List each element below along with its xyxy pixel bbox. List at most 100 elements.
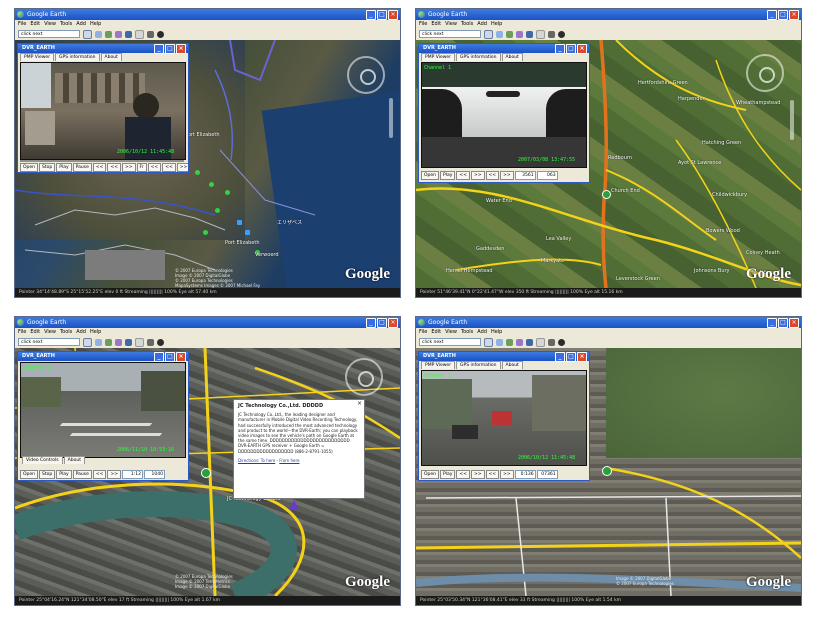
menu-add[interactable]: Add xyxy=(477,328,487,336)
open-button[interactable]: Open xyxy=(20,470,39,479)
menu-add[interactable]: Add xyxy=(76,20,86,28)
pause-button[interactable]: Pause xyxy=(72,470,92,479)
menu-add[interactable]: Add xyxy=(477,20,487,28)
open-button[interactable]: Open xyxy=(20,163,39,172)
menu-view[interactable]: View xyxy=(44,328,56,336)
next-button[interactable]: >> xyxy=(176,163,188,172)
close-button[interactable]: × xyxy=(577,44,587,54)
open-button[interactable]: Open xyxy=(421,171,440,180)
rewind-button[interactable]: << xyxy=(92,163,107,172)
hand-icon[interactable] xyxy=(496,30,503,38)
path-icon[interactable] xyxy=(125,30,132,38)
email-icon[interactable] xyxy=(135,337,144,347)
menu-help[interactable]: Help xyxy=(491,20,502,28)
step-back-button[interactable]: << xyxy=(107,163,121,172)
maximize-button[interactable]: □ xyxy=(377,318,387,328)
minimize-button[interactable]: _ xyxy=(366,318,376,328)
maximize-button[interactable]: □ xyxy=(165,352,175,362)
print-icon[interactable] xyxy=(548,30,555,38)
placemark-icon[interactable] xyxy=(105,338,112,346)
menu-view[interactable]: View xyxy=(44,20,56,28)
prev-button[interactable]: << xyxy=(485,470,500,479)
globe-icon[interactable] xyxy=(157,30,164,38)
tab-about[interactable]: About xyxy=(501,361,523,369)
maximize-button[interactable]: □ xyxy=(566,44,576,54)
directions-to-here-link[interactable]: Directions: To here xyxy=(238,458,275,463)
tab-about[interactable]: About xyxy=(100,53,122,61)
menu-add[interactable]: Add xyxy=(76,328,86,336)
menu-file[interactable]: File xyxy=(419,20,427,28)
menu-edit[interactable]: Edit xyxy=(30,328,40,336)
vehicle-marker-icon[interactable] xyxy=(201,468,211,478)
path-icon[interactable] xyxy=(526,338,533,346)
placemark-icon[interactable] xyxy=(506,338,513,346)
tab-gps-information[interactable]: GPS information xyxy=(456,53,501,61)
tab-pmp-viewer[interactable]: PMP Viewer xyxy=(421,361,456,369)
path-icon[interactable] xyxy=(526,30,533,38)
hand-icon[interactable] xyxy=(95,30,102,38)
minimize-button[interactable]: _ xyxy=(767,318,777,328)
menu-file[interactable]: File xyxy=(18,20,26,28)
minimize-button[interactable]: _ xyxy=(767,10,777,20)
globe-icon[interactable] xyxy=(558,338,565,346)
zoom-slider[interactable] xyxy=(790,100,794,140)
email-icon[interactable] xyxy=(135,29,144,39)
forward-button[interactable]: >> xyxy=(107,470,121,479)
stop-button[interactable]: Stop xyxy=(39,163,56,172)
next-button[interactable]: >> xyxy=(500,171,514,180)
search-icon[interactable] xyxy=(83,29,92,39)
minimize-button[interactable]: _ xyxy=(555,44,565,54)
navigation-control[interactable] xyxy=(746,54,784,92)
menu-file[interactable]: File xyxy=(18,328,26,336)
prev-button[interactable]: << xyxy=(485,171,500,180)
placemark-icon[interactable] xyxy=(506,30,513,38)
close-icon[interactable]: × xyxy=(357,400,362,406)
play-button[interactable]: Play xyxy=(56,470,72,479)
search-input[interactable]: click next xyxy=(18,338,80,346)
search-input[interactable]: click next xyxy=(419,338,481,346)
menu-edit[interactable]: Edit xyxy=(431,328,441,336)
maximize-button[interactable]: □ xyxy=(165,44,175,54)
tab-gps-information[interactable]: GPS information xyxy=(456,361,501,369)
maximize-button[interactable]: □ xyxy=(778,318,788,328)
directions-from-here-link[interactable]: From here xyxy=(279,458,299,463)
globe-icon[interactable] xyxy=(157,338,164,346)
vehicle-marker-icon[interactable] xyxy=(602,466,612,476)
minimize-button[interactable]: _ xyxy=(366,10,376,20)
next-button[interactable]: >> xyxy=(500,470,514,479)
seek-bar[interactable] xyxy=(20,160,184,162)
menu-help[interactable]: Help xyxy=(90,20,101,28)
email-icon[interactable] xyxy=(536,29,545,39)
maximize-button[interactable]: □ xyxy=(778,10,788,20)
open-button[interactable]: Open xyxy=(421,470,440,479)
print-icon[interactable] xyxy=(147,338,154,346)
rewind-button[interactable]: << xyxy=(456,171,470,180)
menu-view[interactable]: View xyxy=(445,328,457,336)
menu-tools[interactable]: Tools xyxy=(60,20,72,28)
rewind-button[interactable]: << xyxy=(92,470,107,479)
close-button[interactable]: × xyxy=(789,318,799,328)
polygon-icon[interactable] xyxy=(516,30,523,38)
navigation-control[interactable] xyxy=(347,56,385,94)
pause-button[interactable]: Pause xyxy=(72,163,92,172)
frame-button[interactable]: Fr xyxy=(136,163,147,172)
menu-file[interactable]: File xyxy=(419,328,427,336)
close-button[interactable]: × xyxy=(789,10,799,20)
menu-tools[interactable]: Tools xyxy=(461,20,473,28)
stop-button[interactable]: Stop xyxy=(39,470,56,479)
rewind-button[interactable]: << xyxy=(456,470,470,479)
maximize-button[interactable]: □ xyxy=(566,352,576,362)
tab-pmp-viewer[interactable]: PMP Viewer xyxy=(421,53,456,61)
tab-video-controls[interactable]: Video Controls xyxy=(22,456,63,464)
vehicle-marker-icon[interactable] xyxy=(602,190,611,199)
close-button[interactable]: × xyxy=(388,10,398,20)
search-input[interactable]: click next xyxy=(18,30,80,38)
tab-about[interactable]: About xyxy=(501,53,523,61)
forward-button[interactable]: >> xyxy=(121,163,136,172)
maximize-button[interactable]: □ xyxy=(377,10,387,20)
play-button[interactable]: Play xyxy=(440,171,456,180)
polygon-icon[interactable] xyxy=(115,30,122,38)
menu-edit[interactable]: Edit xyxy=(431,20,441,28)
minimize-button[interactable]: _ xyxy=(154,44,164,54)
close-button[interactable]: × xyxy=(176,44,186,54)
